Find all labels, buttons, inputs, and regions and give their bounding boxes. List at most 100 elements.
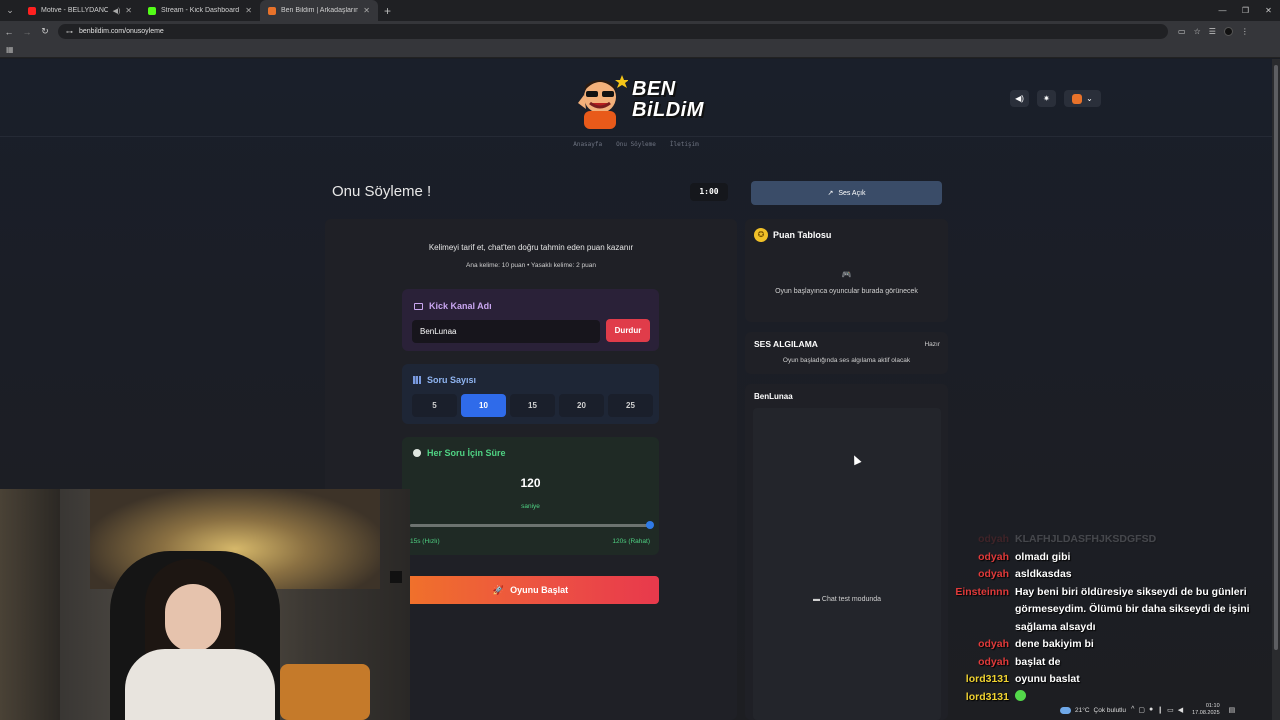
slider-min-label: 15s (Hızlı) (410, 538, 440, 545)
back-arrow-icon[interactable]: ← (0, 27, 18, 37)
taskbar-clock[interactable]: 01:10 17.08.2025 (1192, 703, 1220, 717)
green-emote-icon (1015, 689, 1026, 701)
slider-max-label: 120s (Rahat) (612, 538, 650, 545)
kick-channel-label: Kick Kanal Adı (429, 301, 492, 311)
notification-icon[interactable]: ▤ (1229, 706, 1236, 714)
stop-button[interactable]: Durdur (606, 319, 650, 342)
browser-tab-3[interactable]: Ben Bildim | Arkadaşlarınla Onl ✕ (260, 0, 378, 21)
bar-chart-icon (413, 376, 421, 384)
kick-channel-card: Kick Kanal Adı Durdur (402, 289, 659, 351)
close-tab-icon[interactable]: ✕ (363, 6, 370, 15)
scoreboard-empty-text: Oyun başlayınca oyuncular burada görünec… (775, 288, 918, 295)
chat-message: lord3131 oyunu baslat (950, 671, 1272, 689)
user-avatar (1072, 93, 1083, 104)
profile-avatar[interactable] (1223, 27, 1233, 36)
sound-label: Ses Açık (838, 189, 866, 197)
question-option-5[interactable]: 5 (412, 394, 457, 417)
weather-widget[interactable]: 21°C Çok bulutlu (1060, 706, 1126, 714)
url-text: benbildim.com/onusoyleme (79, 28, 164, 35)
cast-icon[interactable]: ▭ (1178, 27, 1186, 36)
theme-toggle-button[interactable]: ✷ (1037, 90, 1056, 107)
browser-tab-2[interactable]: Stream - Kick Dashboard ✕ (140, 0, 260, 21)
chat-text: Hay beni biri öldüresiye sikseydi de bu … (1015, 585, 1250, 633)
tab-title: Motive - BELLYDANCE 1 (Of (41, 7, 108, 14)
scrollbar-thumb[interactable] (1274, 65, 1278, 650)
nav-contact[interactable]: İletişim (670, 141, 699, 148)
ben-bildim-logo[interactable]: BEN BiLDiM (572, 67, 703, 133)
time-slider[interactable] (410, 521, 654, 529)
header-actions: ◀) ✷ ⌄ (1010, 90, 1101, 107)
chevron-up-icon[interactable]: ^ (1131, 706, 1134, 714)
new-tab-plus-icon[interactable]: + (384, 4, 391, 18)
close-tab-icon[interactable]: ✕ (245, 6, 252, 15)
bookmark-star-icon[interactable]: ☆ (1194, 27, 1201, 36)
question-option-10[interactable]: 10 (461, 394, 506, 417)
close-tab-icon[interactable]: ✕ (125, 6, 132, 15)
voice-detection-title: SES ALGILAMA (754, 339, 818, 349)
medal-icon: ✪ (754, 228, 768, 242)
user-menu-button[interactable]: ⌄ (1064, 90, 1101, 107)
volume-button[interactable]: ◀) (1010, 90, 1029, 107)
chat-bubble-icon: ▬ (812, 596, 820, 603)
streamer (125, 559, 275, 720)
browser-tab-1[interactable]: Motive - BELLYDANCE 1 (Of ◀) ✕ (20, 0, 140, 21)
page-title: Onu Söyleme ! (332, 183, 432, 200)
reload-icon[interactable]: ↻ (36, 26, 54, 37)
extensions-icon[interactable]: ☰ (1209, 27, 1216, 36)
forward-arrow-icon[interactable]: → (18, 27, 36, 37)
tab-search-chevron-icon[interactable]: ⌄ (0, 0, 20, 21)
audio-playing-icon[interactable]: ◀) (113, 7, 121, 15)
mic-icon[interactable]: ❙ (1157, 706, 1163, 714)
obs-tray-icon[interactable]: ● (1149, 706, 1153, 714)
question-option-25[interactable]: 25 (608, 394, 653, 417)
kick-channel-input[interactable] (412, 320, 600, 343)
chat-text: dene bakiyim bi (1015, 638, 1094, 650)
chat-feed[interactable]: ▬ Chat test modunda (753, 408, 941, 720)
stream-chat-overlay: odyah KLAFHJLDASFHJKSDGFSD odyah olmadı gib… (950, 531, 1272, 706)
chat-message: Einsteinnn Hay beni biri öldüresiye sikse… (950, 584, 1272, 637)
site-info-icon[interactable]: ⊶ (66, 28, 73, 36)
rocket-icon: 🚀 (492, 584, 505, 595)
scoreboard-card: ✪ Puan Tablosu 🎮 Oyun başlayınca oyuncul… (745, 219, 948, 322)
nav-home[interactable]: Anasayfa (573, 141, 602, 148)
volume-icon[interactable]: ◀ (1178, 706, 1183, 714)
voice-status-badge: Hazır (924, 341, 940, 348)
voice-detection-card: SES ALGILAMA Hazır Oyun başladığında ses… (745, 332, 948, 374)
close-window-icon[interactable]: ✕ (1257, 0, 1280, 21)
sound-toggle-button[interactable]: ↗ Ses Açık (751, 181, 942, 205)
question-count-label: Soru Sayısı (427, 375, 477, 385)
clock-date: 17.08.2025 (1192, 710, 1220, 716)
chat-text: oyunu baslat (1015, 673, 1080, 685)
tab-title: Stream - Kick Dashboard (161, 7, 240, 14)
question-option-15[interactable]: 15 (510, 394, 555, 417)
chat-text: olmadı gibi (1015, 550, 1071, 563)
youtube-favicon-icon (28, 6, 36, 15)
bookmarks-bar: ▦ (0, 42, 1280, 58)
question-count-card: Soru Sayısı 5 10 15 20 25 (402, 364, 659, 424)
chat-username: odyah (978, 655, 1009, 668)
chat-text: KLAFHJLDASFHJKSDGFSD (1015, 533, 1157, 545)
minimize-icon[interactable]: — (1211, 0, 1234, 21)
start-game-button[interactable]: 🚀 Oyunu Başlat (402, 576, 659, 604)
url-omnibox[interactable]: ⊶ benbildim.com/onusoyleme (58, 24, 1168, 39)
speaker-icon: ◀) (1015, 94, 1024, 103)
time-value: 120 (520, 476, 541, 490)
apps-grid-icon[interactable]: ▦ (6, 45, 14, 54)
menu-kebab-icon[interactable]: ⋮ (1241, 27, 1249, 36)
app-tray-icon[interactable]: ▢ (1138, 706, 1145, 714)
tv-icon (414, 302, 423, 310)
voice-description: Oyun başladığında ses algılama aktif ola… (782, 357, 911, 364)
chat-message: odyah olmadı gibi (950, 549, 1272, 567)
toolbar-actions: ▭ ☆ ☰ ⋮ (1178, 27, 1249, 36)
slider-handle[interactable] (646, 521, 654, 529)
page-scrollbar[interactable] (1272, 59, 1280, 720)
maximize-icon[interactable]: ❐ (1234, 0, 1257, 21)
nav-onu-soyleme[interactable]: Onu Söyleme (616, 141, 656, 148)
network-icon[interactable]: ▭ (1167, 706, 1174, 714)
gamepad-icon: 🎮 (841, 270, 852, 279)
time-heading: Her Soru İçin Süre (413, 448, 506, 458)
sun-icon: ✷ (1043, 94, 1050, 103)
scoreboard-heading: ✪ Puan Tablosu (754, 228, 831, 242)
chat-message: odyah başlat de (950, 654, 1272, 672)
question-option-20[interactable]: 20 (559, 394, 604, 417)
